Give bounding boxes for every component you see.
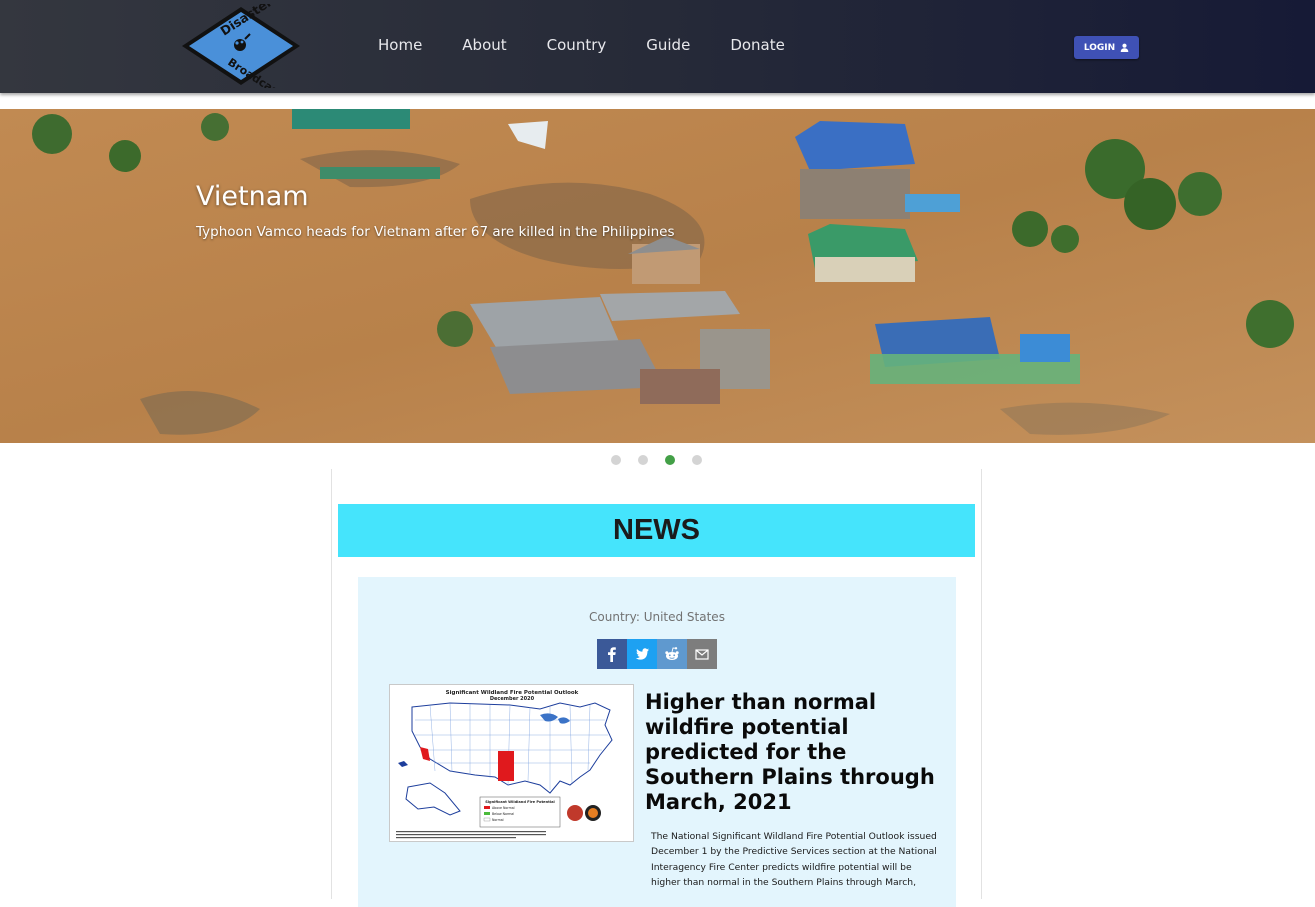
person-icon xyxy=(1120,43,1129,52)
top-navbar: Disaster Broadcaster Home About Country … xyxy=(0,0,1315,108)
news-heading: NEWS xyxy=(338,504,975,557)
email-share-button[interactable] xyxy=(687,639,717,669)
article-summary: The National Significant Wildland Fire P… xyxy=(651,831,937,889)
twitter-share-button[interactable] xyxy=(627,639,657,669)
facebook-share-button[interactable] xyxy=(597,639,627,669)
svg-text:Significant Wildland Fire Pote: Significant Wildland Fire Potential xyxy=(485,800,555,804)
carousel-dot-1[interactable] xyxy=(611,455,621,465)
hero-carousel[interactable]: Vietnam Typhoon Vamco heads for Vietnam … xyxy=(0,109,1315,443)
svg-text:Above Normal: Above Normal xyxy=(492,806,515,810)
hero-subtitle: Typhoon Vamco heads for Vietnam after 67… xyxy=(196,224,675,240)
article-country: Country: United States xyxy=(589,610,725,624)
reddit-icon xyxy=(665,647,679,660)
nav-donate[interactable]: Donate xyxy=(730,36,785,54)
share-buttons xyxy=(597,639,717,669)
logo-diamond-icon: Disaster Broadcaster xyxy=(182,0,300,108)
main-nav: Home About Country Guide Donate xyxy=(378,36,825,54)
login-label: LOGIN xyxy=(1083,42,1116,53)
nav-home[interactable]: Home xyxy=(378,36,422,54)
nav-about[interactable]: About xyxy=(462,36,506,54)
article-title-link[interactable]: Higher than normal wildfire potential pr… xyxy=(645,690,945,815)
carousel-dot-2[interactable] xyxy=(638,455,648,465)
reddit-share-button[interactable] xyxy=(657,639,687,669)
carousel-indicators xyxy=(611,455,702,465)
carousel-dot-4[interactable] xyxy=(692,455,702,465)
login-button[interactable]: LOGIN xyxy=(1074,36,1139,59)
flood-scene-image xyxy=(0,109,1315,443)
article-image-fire-outlook-map[interactable]: Significant Wildland Fire Potential Outl… xyxy=(389,684,634,842)
nav-guide[interactable]: Guide xyxy=(646,36,690,54)
news-card: Country: United States Significant Wildl… xyxy=(358,577,956,907)
nav-country[interactable]: Country xyxy=(547,36,607,54)
twitter-icon xyxy=(635,648,649,660)
svg-text:Normal: Normal xyxy=(492,818,504,822)
svg-text:Below Normal: Below Normal xyxy=(492,812,514,816)
facebook-icon xyxy=(608,647,616,662)
hero-title: Vietnam xyxy=(196,181,309,212)
svg-text:December 2020: December 2020 xyxy=(490,696,535,702)
email-icon xyxy=(695,649,709,660)
us-fire-map-image: Significant Wildland Fire Potential Outl… xyxy=(390,685,633,841)
carousel-dot-3-active[interactable] xyxy=(665,455,675,465)
site-logo[interactable]: Disaster Broadcaster xyxy=(180,0,302,108)
